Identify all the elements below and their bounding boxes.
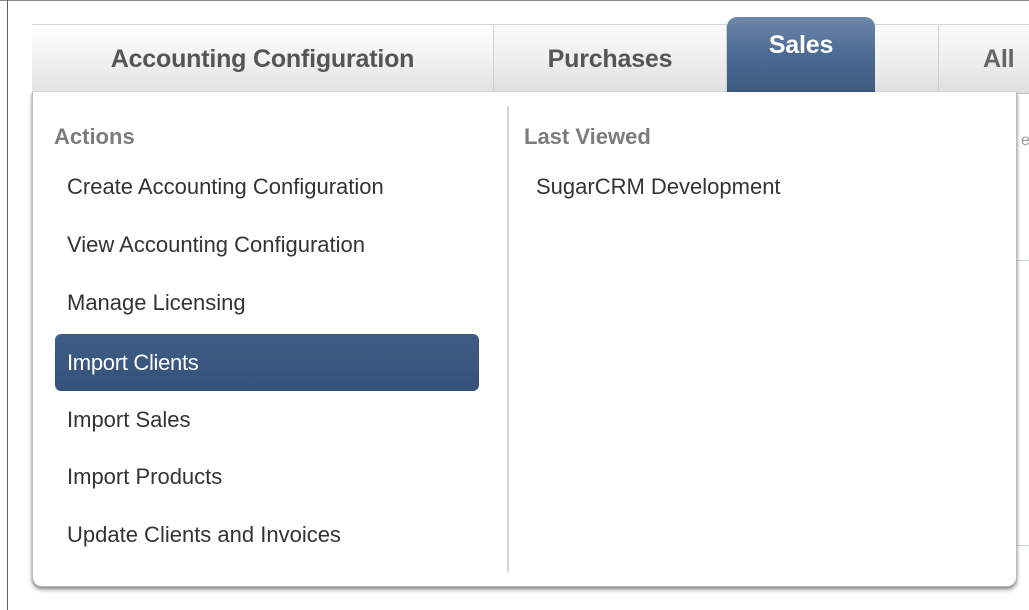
frame-top-border <box>0 0 1029 1</box>
background-text-fragment: e <box>1021 132 1029 149</box>
background-divider <box>1017 260 1029 261</box>
background-divider <box>1017 545 1029 546</box>
menu-item-create-accounting-configuration[interactable]: Create Accounting Configuration <box>55 159 479 215</box>
actions-heading: Actions <box>54 124 135 149</box>
tab-label: All <box>983 44 1015 73</box>
menu-item-view-accounting-configuration[interactable]: View Accounting Configuration <box>55 217 479 273</box>
menu-item-update-clients-and-invoices[interactable]: Update Clients and Invoices <box>55 507 479 563</box>
menu-item-label: Import Sales <box>67 407 191 432</box>
column-divider <box>507 106 509 572</box>
last-viewed-heading: Last Viewed <box>524 124 651 149</box>
last-viewed-item-label: SugarCRM Development <box>536 174 781 199</box>
menu-item-import-products[interactable]: Import Products <box>55 449 479 505</box>
tab-label: Accounting Configuration <box>110 44 415 73</box>
tab-label: Sales <box>768 31 834 59</box>
tab-accounting-configuration[interactable]: Accounting Configuration <box>32 25 494 93</box>
menu-item-label: Import Clients <box>67 349 199 375</box>
tab-label: Purchases <box>547 44 673 73</box>
menu-item-import-sales[interactable]: Import Sales <box>55 392 479 448</box>
menu-item-label: Import Products <box>67 464 223 489</box>
frame-left-border <box>7 0 8 610</box>
menu-item-import-clients[interactable]: Import Clients <box>55 334 479 391</box>
tab-purchases[interactable]: Purchases <box>494 25 727 93</box>
tab-all[interactable]: All <box>938 25 1029 93</box>
module-navbar: Accounting Configuration Purchases Sales… <box>32 17 1029 94</box>
menu-item-label: Update Clients and Invoices <box>67 522 341 547</box>
menu-item-label: View Accounting Configuration <box>67 232 366 257</box>
menu-item-manage-licensing[interactable]: Manage Licensing <box>55 275 479 331</box>
tab-dropdown-menu: Actions Create Accounting Configuration … <box>32 92 1017 587</box>
menu-item-label: Manage Licensing <box>67 290 246 315</box>
menu-item-label: Create Accounting Configuration <box>67 174 384 199</box>
last-viewed-item-sugarcrm-development[interactable]: SugarCRM Development <box>524 159 984 215</box>
tab-sales[interactable]: Sales <box>727 17 875 93</box>
